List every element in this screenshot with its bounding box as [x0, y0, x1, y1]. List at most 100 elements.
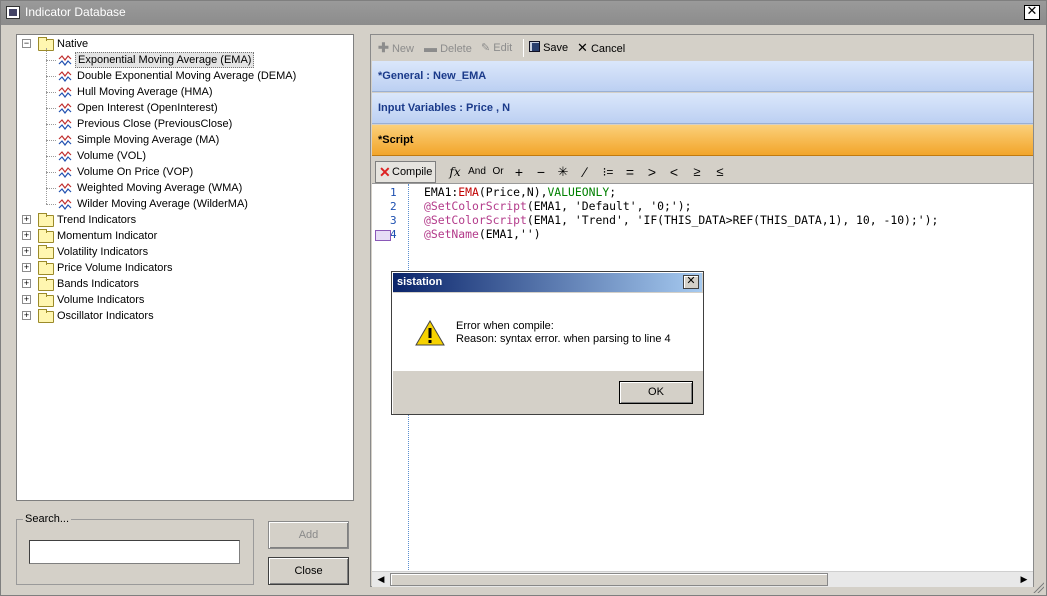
title-bar: Indicator Database ✕	[1, 1, 1046, 25]
tree-group[interactable]: + Volatility Indicators	[17, 244, 353, 260]
tree-item-label: Exponential Moving Average (EMA)	[75, 52, 255, 68]
or-button[interactable]: Or	[491, 163, 505, 181]
code-line: @SetColorScript(EMA1, 'Default', '0;');	[424, 199, 691, 213]
close-button[interactable]: Close	[268, 557, 349, 585]
tree-connector	[46, 204, 56, 205]
tree-group-label: Momentum Indicator	[57, 230, 158, 242]
tree-group[interactable]: + Oscillator Indicators	[17, 308, 353, 324]
expand-icon[interactable]: +	[22, 311, 31, 320]
expand-icon[interactable]: +	[22, 215, 31, 224]
window-close-button[interactable]: ✕	[1024, 5, 1040, 20]
scroll-right-icon[interactable]: ▶	[1017, 574, 1031, 586]
less-than-icon[interactable]: <	[667, 163, 681, 181]
input-variables-section-header[interactable]: Input Variables : Price , N	[372, 93, 1033, 124]
cancel-button[interactable]: ✕ Cancel	[577, 40, 625, 56]
divide-operator-icon[interactable]: ∕	[578, 163, 592, 181]
equals-operator-icon[interactable]: =	[623, 163, 637, 181]
tree-group-label: Bands Indicators	[57, 278, 139, 290]
tree-item[interactable]: Double Exponential Moving Average (DEMA)	[17, 68, 353, 84]
folder-icon	[38, 293, 54, 307]
expand-icon[interactable]: +	[22, 295, 31, 304]
tree-connector	[46, 48, 47, 204]
main-toolbar: ✚ New ▬ Delete ✎ Edit Save ✕ Cancel	[372, 36, 1032, 60]
code-text: @SetName(EMA1,'')	[424, 227, 541, 241]
tree-item-label: Hull Moving Average (HMA)	[77, 86, 213, 98]
assign-operator-icon[interactable]: ⁝=	[600, 163, 616, 181]
tree-group[interactable]: + Volume Indicators	[17, 292, 353, 308]
error-dialog: sistation ✕ Error when compile: Reason: …	[391, 271, 704, 415]
expand-icon[interactable]: +	[22, 279, 31, 288]
tree-item[interactable]: Exponential Moving Average (EMA)	[17, 52, 353, 68]
expand-icon[interactable]: +	[22, 263, 31, 272]
multiply-operator-icon[interactable]: ✳	[556, 163, 570, 181]
resize-grip-icon[interactable]	[1032, 581, 1044, 593]
and-button[interactable]: And	[466, 163, 488, 181]
tree-group[interactable]: − Native	[17, 36, 353, 52]
greater-equal-icon[interactable]: ≥	[688, 163, 706, 181]
horizontal-scrollbar[interactable]: ◀ ▶	[372, 571, 1033, 587]
tree-item[interactable]: Wilder Moving Average (WilderMA)	[17, 196, 353, 212]
add-button[interactable]: Add	[268, 521, 349, 549]
dialog-close-button[interactable]: ✕	[683, 275, 699, 289]
script-section-header[interactable]: *Script	[372, 125, 1033, 156]
greater-than-icon[interactable]: >	[645, 163, 659, 181]
tree-group[interactable]: + Trend Indicators	[17, 212, 353, 228]
function-icon[interactable]: fx	[447, 163, 463, 181]
expand-icon[interactable]: +	[22, 231, 31, 240]
new-button[interactable]: ✚ New	[378, 40, 414, 56]
tree-group[interactable]: + Bands Indicators	[17, 276, 353, 292]
search-input[interactable]	[29, 540, 240, 564]
edit-label: Edit	[493, 42, 513, 54]
red-x-icon: ✕	[379, 164, 391, 180]
pencil-icon: ✎	[481, 42, 491, 54]
tree-item[interactable]: Open Interest (OpenInterest)	[17, 100, 353, 116]
indicator-line-icon	[58, 135, 72, 146]
folder-icon	[38, 245, 54, 259]
tree-item[interactable]: Volume On Price (VOP)	[17, 164, 353, 180]
tree-item[interactable]: Volume (VOL)	[17, 148, 353, 164]
new-label: New	[391, 43, 414, 55]
compile-button[interactable]: ✕ Compile	[375, 161, 436, 183]
app-icon	[6, 6, 20, 19]
scrollbar-thumb[interactable]	[390, 573, 828, 586]
tree-item-label: Weighted Moving Average (WMA)	[77, 182, 243, 194]
general-section-header[interactable]: *General : New_EMA	[372, 61, 1033, 92]
less-equal-icon[interactable]: ≤	[711, 163, 729, 181]
line-number: 2	[390, 200, 397, 213]
cancel-label: Cancel	[590, 43, 626, 55]
plus-operator-icon[interactable]: +	[512, 163, 526, 181]
window-title: Indicator Database	[25, 5, 126, 19]
indicator-tree[interactable]: − Native Exponential Moving Average (EMA) D…	[16, 34, 354, 501]
ok-button[interactable]: OK	[619, 381, 693, 404]
line-number: 1	[390, 186, 397, 199]
line-number: 4	[390, 228, 397, 241]
tree-item[interactable]: Hull Moving Average (HMA)	[17, 84, 353, 100]
tree-group[interactable]: + Momentum Indicator	[17, 228, 353, 244]
tree-item[interactable]: Simple Moving Average (MA)	[17, 132, 353, 148]
tree-connector	[46, 76, 56, 77]
tree-connector	[46, 124, 56, 125]
tree-item-label: Volume On Price (VOP)	[77, 166, 194, 178]
expand-icon[interactable]: +	[22, 247, 31, 256]
line-number: 3	[390, 214, 397, 227]
edit-button[interactable]: ✎ Edit	[481, 40, 512, 56]
tree-item-label: Volume (VOL)	[77, 150, 147, 162]
search-label: Search...	[23, 513, 72, 525]
tree-item[interactable]: Previous Close (PreviousClose)	[17, 116, 353, 132]
tree-item-label: Open Interest (OpenInterest)	[77, 102, 218, 114]
indicator-line-icon	[58, 167, 72, 178]
minus-operator-icon[interactable]: −	[534, 163, 548, 181]
tree-group-label: Native	[57, 38, 89, 50]
delete-button[interactable]: ▬ Delete	[424, 40, 472, 56]
folder-icon	[38, 213, 54, 227]
tree-group[interactable]: + Price Volume Indicators	[17, 260, 353, 276]
indicator-line-icon	[58, 119, 72, 130]
tree-connector	[46, 156, 56, 157]
save-button[interactable]: Save	[529, 40, 568, 56]
collapse-icon[interactable]: −	[22, 39, 31, 48]
tree-item[interactable]: Weighted Moving Average (WMA)	[17, 180, 353, 196]
code-toolbar: ✕ Compile fx And Or + − ✳ ∕ ⁝= = > < ≥ ≤	[372, 159, 1033, 185]
code-line: EMA1:EMA(Price,N),VALUEONLY;	[424, 185, 616, 199]
scroll-left-icon[interactable]: ◀	[374, 574, 388, 586]
indicator-line-icon	[58, 55, 72, 66]
